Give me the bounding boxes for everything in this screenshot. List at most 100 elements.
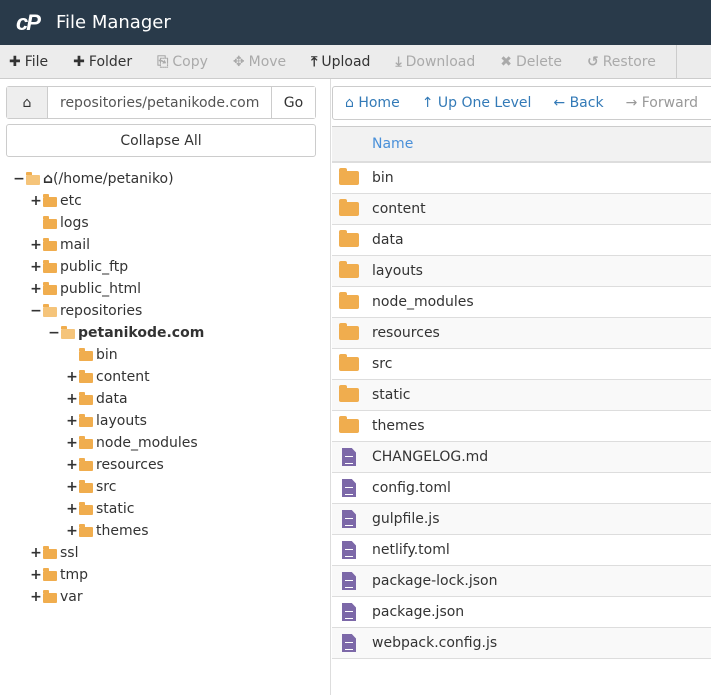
tree-item-data[interactable]: + data	[66, 388, 127, 410]
app-header: cP File Manager	[0, 0, 711, 45]
table-row[interactable]: src	[332, 349, 711, 380]
file-name[interactable]: CHANGELOG.md	[372, 449, 488, 465]
file-name[interactable]: themes	[372, 418, 425, 434]
folder-icon	[339, 261, 359, 278]
tree-item--home-petaniko-[interactable]: − ⌂ (/home/petaniko)	[13, 168, 173, 190]
table-row[interactable]: layouts	[332, 256, 711, 287]
table-row[interactable]: themes	[332, 411, 711, 442]
copy-button[interactable]: ⎘ Copy	[157, 54, 208, 70]
forward-button[interactable]: → Forward	[626, 95, 699, 111]
back-button[interactable]: ← Back	[553, 95, 603, 111]
expand-icon[interactable]: +	[30, 237, 42, 253]
restore-icon: ↺	[586, 53, 599, 70]
table-row[interactable]: data	[332, 225, 711, 256]
plus-icon: ✚	[9, 53, 21, 70]
file-name[interactable]: gulpfile.js	[372, 511, 440, 527]
file-name[interactable]: content	[372, 201, 426, 217]
table-row[interactable]: gulpfile.js	[332, 504, 711, 535]
table-row[interactable]: content	[332, 194, 711, 225]
name-column-header[interactable]: Name	[332, 127, 711, 163]
table-row[interactable]: package.json	[332, 597, 711, 628]
folder-icon	[339, 230, 359, 247]
tree-item-ssl[interactable]: + ssl	[30, 542, 78, 564]
table-row[interactable]: config.toml	[332, 473, 711, 504]
collapse-all-button[interactable]: Collapse All	[6, 124, 316, 157]
tree-item-src[interactable]: + src	[66, 476, 116, 498]
tree-item-themes[interactable]: + themes	[66, 520, 148, 542]
expand-icon[interactable]: +	[66, 523, 78, 539]
delete-button[interactable]: ✖ Delete	[500, 54, 562, 70]
file-name[interactable]: webpack.config.js	[372, 635, 497, 651]
upload-button[interactable]: ⤒ Upload	[311, 54, 370, 70]
up-one-level-button[interactable]: ↑ Up One Level	[422, 95, 532, 111]
restore-button[interactable]: ↺ Restore	[587, 54, 656, 70]
file-name[interactable]: static	[372, 387, 410, 403]
go-button[interactable]: Go	[271, 87, 315, 118]
folder-icon-cell	[332, 199, 372, 216]
path-input[interactable]	[48, 87, 271, 118]
file-button[interactable]: ✚ File	[9, 54, 48, 70]
collapse-icon[interactable]: −	[48, 325, 60, 341]
file-name[interactable]: bin	[372, 170, 394, 186]
expand-icon[interactable]: +	[30, 259, 42, 275]
tree-item-resources[interactable]: + resources	[66, 454, 164, 476]
file-name[interactable]: config.toml	[372, 480, 451, 496]
tree-item-content[interactable]: + content	[66, 366, 149, 388]
tree-item-bin[interactable]: bin	[66, 344, 118, 366]
expand-icon[interactable]: +	[30, 281, 42, 297]
table-row[interactable]: netlify.toml	[332, 535, 711, 566]
table-row[interactable]: static	[332, 380, 711, 411]
file-name[interactable]: package.json	[372, 604, 464, 620]
tree-item-static[interactable]: + static	[66, 498, 134, 520]
file-name[interactable]: src	[372, 356, 392, 372]
expand-icon[interactable]: +	[30, 193, 42, 209]
home-button[interactable]: ⌂ Home	[345, 95, 400, 111]
tree-item-var[interactable]: + var	[30, 586, 83, 608]
download-button[interactable]: ⤓ Download	[395, 54, 475, 70]
file-name[interactable]: resources	[372, 325, 440, 341]
table-row[interactable]: node_modules	[332, 287, 711, 318]
collapse-icon[interactable]: −	[13, 171, 25, 187]
tree-item-tmp[interactable]: + tmp	[30, 564, 88, 586]
expand-icon[interactable]: +	[66, 391, 78, 407]
tree-item-petanikode-com[interactable]: − petanikode.com	[48, 322, 204, 344]
table-row[interactable]: bin	[332, 163, 711, 194]
tree-item-logs[interactable]: logs	[30, 212, 89, 234]
tree-item-label: resources	[96, 457, 164, 473]
expand-icon[interactable]: +	[30, 589, 42, 605]
cpanel-logo[interactable]: cP	[16, 10, 52, 36]
expand-icon[interactable]: +	[30, 567, 42, 583]
move-button[interactable]: ✥ Move	[233, 54, 286, 70]
expand-icon[interactable]: +	[66, 435, 78, 451]
tree-item-public-html[interactable]: + public_html	[30, 278, 141, 300]
table-row[interactable]: resources	[332, 318, 711, 349]
collapse-icon[interactable]: −	[30, 303, 42, 319]
tree-item-mail[interactable]: + mail	[30, 234, 90, 256]
folder-button[interactable]: ✚ Folder	[73, 54, 132, 70]
file-name[interactable]: netlify.toml	[372, 542, 450, 558]
file-name[interactable]: node_modules	[372, 294, 474, 310]
file-name[interactable]: data	[372, 232, 404, 248]
tree-item-node-modules[interactable]: + node_modules	[66, 432, 198, 454]
expand-icon[interactable]: +	[66, 479, 78, 495]
tree-item-etc[interactable]: + etc	[30, 190, 82, 212]
file-name[interactable]: package-lock.json	[372, 573, 498, 589]
table-row[interactable]: webpack.config.js	[332, 628, 711, 659]
tree-item-public-ftp[interactable]: + public_ftp	[30, 256, 128, 278]
home-icon[interactable]: ⌂	[7, 87, 48, 118]
expand-icon[interactable]: +	[30, 545, 42, 561]
tree-item-repositories[interactable]: − repositories	[30, 300, 142, 322]
file-name[interactable]: layouts	[372, 263, 423, 279]
table-row[interactable]: package-lock.json	[332, 566, 711, 597]
expand-icon[interactable]: +	[66, 413, 78, 429]
tree-item-label: var	[60, 589, 83, 605]
back-label: Back	[569, 95, 604, 111]
folder-icon	[339, 199, 359, 216]
expand-icon[interactable]: +	[66, 501, 78, 517]
folder-icon-cell	[332, 168, 372, 185]
tree-item-layouts[interactable]: + layouts	[66, 410, 147, 432]
expand-icon[interactable]: +	[66, 457, 78, 473]
table-row[interactable]: CHANGELOG.md	[332, 442, 711, 473]
panel-divider[interactable]	[330, 79, 331, 695]
expand-icon[interactable]: +	[66, 369, 78, 385]
